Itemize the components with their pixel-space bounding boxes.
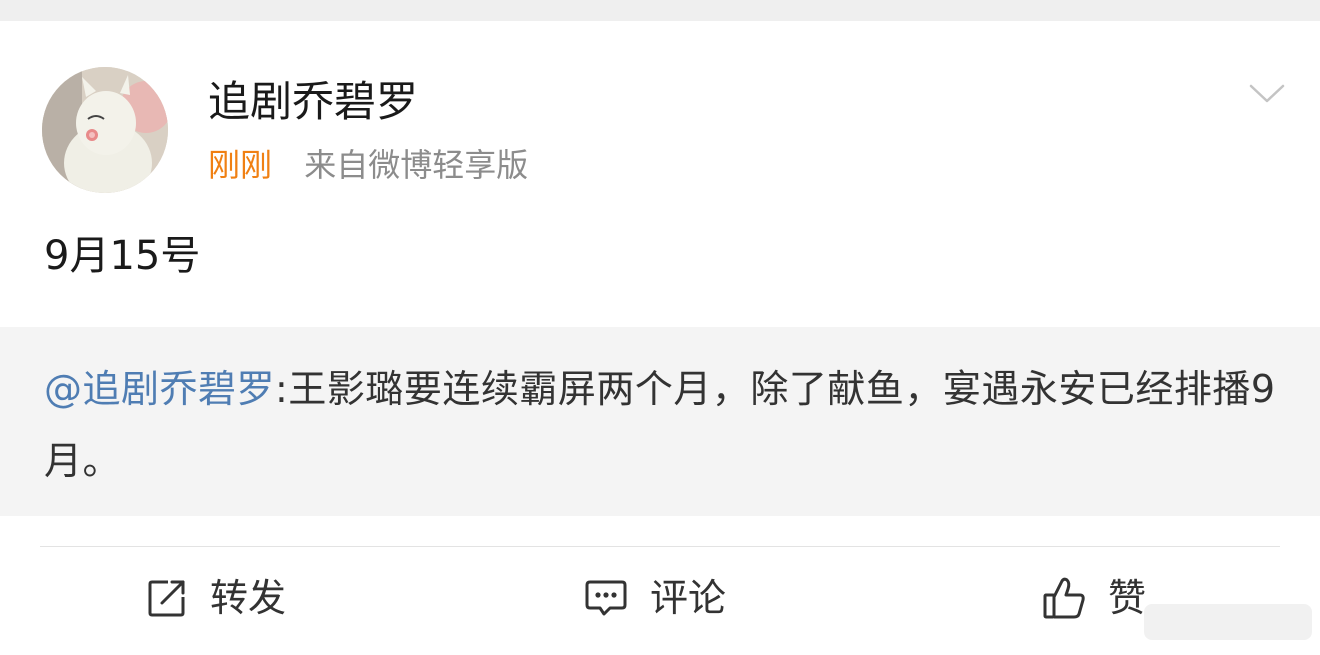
thumbs-up-icon: [1043, 577, 1085, 619]
author-name[interactable]: 追剧乔碧罗: [208, 76, 418, 128]
repost-mention[interactable]: @追剧乔碧罗: [44, 367, 275, 411]
action-divider: [40, 546, 1280, 547]
repost-button[interactable]: 转发: [146, 570, 286, 626]
share-icon: [148, 580, 185, 617]
avatar-image: [42, 67, 168, 193]
like-label: 赞: [1108, 576, 1147, 620]
avatar[interactable]: [42, 67, 168, 193]
top-separator: [0, 0, 1320, 21]
comment-button[interactable]: 评论: [584, 570, 726, 626]
chevron-down-icon[interactable]: [1248, 82, 1286, 106]
comment-label: 评论: [650, 576, 727, 620]
like-button[interactable]: 赞: [1042, 570, 1146, 626]
weibo-post-card: 追剧乔碧罗 刚刚 来自微博轻享版 9月15号 @追剧乔碧罗:王影璐要连续霸屏两个…: [0, 0, 1320, 655]
repost-label: 转发: [210, 576, 287, 620]
repost-block[interactable]: @追剧乔碧罗:王影璐要连续霸屏两个月，除了献鱼，宴遇永安已经排播9月。: [0, 327, 1320, 516]
repost-text: @追剧乔碧罗:王影璐要连续霸屏两个月，除了献鱼，宴遇永安已经排播9月。: [44, 353, 1276, 497]
post-time: 刚刚: [208, 146, 273, 184]
watermark: [1144, 604, 1312, 640]
post-meta: 刚刚 来自微博轻享版: [208, 143, 528, 187]
comment-icon: [585, 580, 627, 616]
post-text: 9月15号: [44, 233, 201, 279]
post-source[interactable]: 来自微博轻享版: [304, 146, 528, 184]
